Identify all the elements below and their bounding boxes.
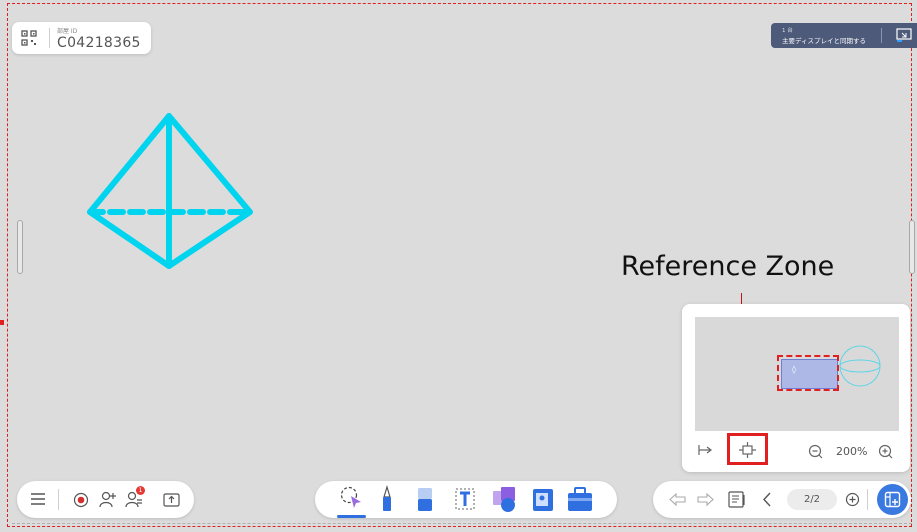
record-icon[interactable] — [73, 492, 89, 508]
center-view-highlight — [727, 433, 768, 465]
qr-code-icon[interactable] — [21, 30, 37, 46]
notification-badge: 1 — [136, 486, 145, 495]
room-card-divider — [49, 28, 50, 48]
previous-page-icon[interactable] — [762, 492, 772, 507]
minimap-canvas[interactable]: ◊ — [695, 317, 899, 431]
session-toolbar: 1 — [17, 481, 194, 518]
frame-marker — [0, 320, 4, 325]
room-id-label: 部屋 ID — [57, 28, 78, 35]
device-count: 1 台 — [782, 28, 793, 34]
redo-icon[interactable] — [697, 493, 714, 506]
fit-width-icon[interactable] — [698, 444, 712, 456]
select-tool-icon[interactable] — [339, 485, 365, 511]
center-view-icon[interactable] — [739, 442, 756, 458]
shape-tool-icon[interactable] — [491, 485, 519, 514]
screen-mirror-icon[interactable] — [896, 28, 912, 43]
eraser-tool-icon[interactable] — [414, 486, 436, 513]
pen-tool-icon[interactable] — [377, 485, 397, 513]
toolbar-divider — [58, 489, 59, 510]
menu-icon[interactable] — [30, 492, 46, 506]
right-panel-handle[interactable] — [909, 220, 915, 274]
pyramid-drawing[interactable] — [80, 108, 262, 278]
toolbar-divider — [867, 489, 868, 510]
canvas-bottom-border — [12, 523, 912, 524]
minimap-viewport-highlight — [777, 355, 839, 391]
room-id-card[interactable]: 部屋 ID C04218365 — [12, 22, 151, 54]
sync-divider — [881, 28, 882, 43]
sync-display-label: 主要ディスプレイと同期する — [782, 37, 867, 45]
sync-display-button[interactable]: 1 台 主要ディスプレイと同期する — [771, 23, 917, 48]
minimap-panel: ◊ 200% — [682, 304, 910, 472]
add-participant-icon[interactable] — [99, 491, 117, 508]
add-board-button[interactable] — [877, 484, 908, 515]
page-list-icon[interactable] — [728, 491, 746, 508]
reference-zone-label: Reference Zone — [621, 251, 835, 282]
zoom-in-icon[interactable] — [878, 444, 893, 459]
add-page-icon[interactable] — [845, 492, 860, 507]
drawing-toolbar — [315, 481, 617, 518]
zoom-level: 200% — [836, 445, 868, 458]
text-tool-icon[interactable] — [453, 486, 479, 513]
image-tool-icon[interactable] — [531, 486, 555, 513]
page-indicator[interactable]: 2/2 — [787, 489, 837, 510]
toolbox-icon[interactable] — [566, 486, 594, 513]
page-toolbar: 2/2 — [653, 481, 911, 518]
left-panel-handle[interactable] — [17, 220, 23, 274]
share-icon[interactable] — [163, 491, 180, 508]
minimap-sphere-shape — [839, 345, 881, 387]
undo-icon[interactable] — [669, 493, 686, 506]
room-id-value: C04218365 — [57, 35, 141, 51]
active-tool-indicator — [337, 515, 366, 518]
add-board-icon — [884, 491, 901, 508]
zoom-out-icon[interactable] — [808, 444, 823, 459]
